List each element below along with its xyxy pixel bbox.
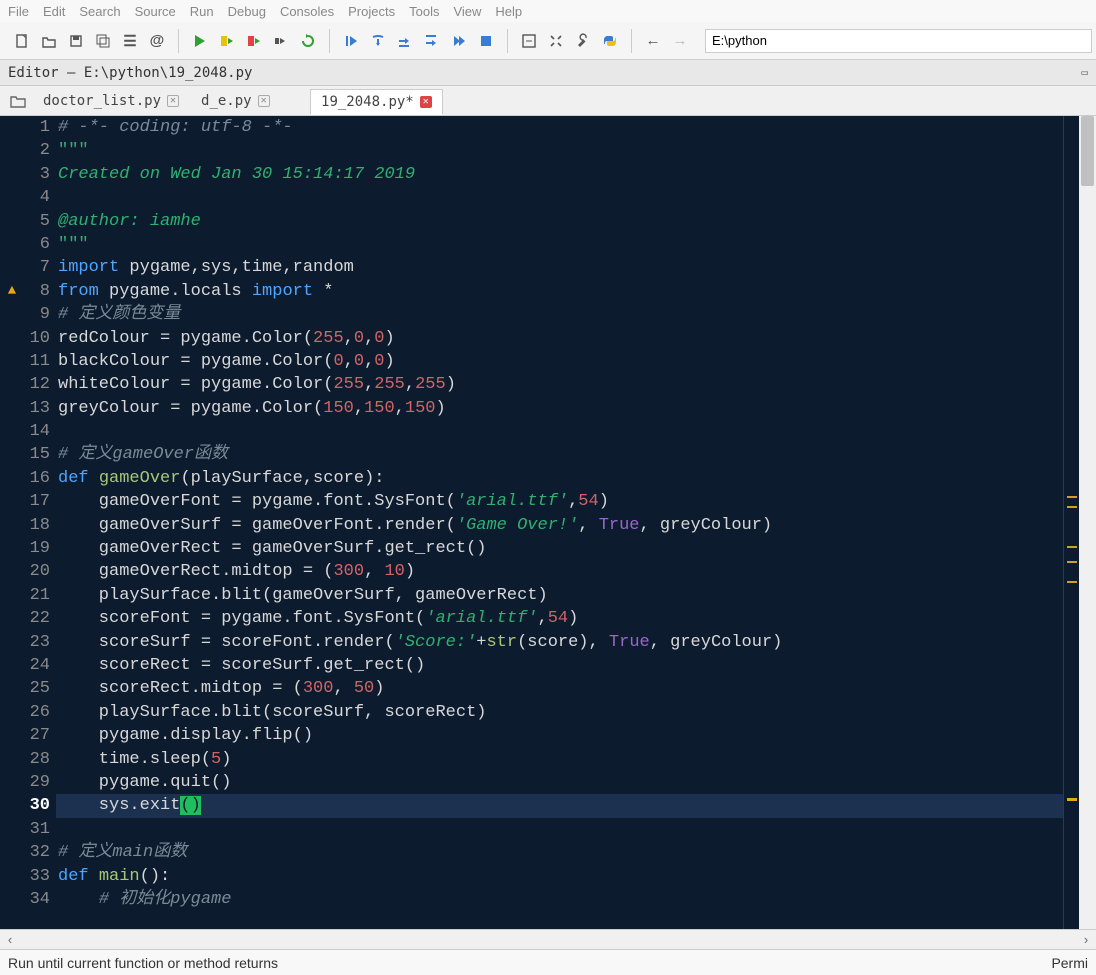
menu-search[interactable]: Search — [79, 4, 120, 19]
scroll-right-icon[interactable]: › — [1078, 932, 1094, 947]
debug-step-icon[interactable] — [269, 29, 293, 53]
run-icon[interactable] — [188, 29, 212, 53]
menu-file[interactable]: File — [8, 4, 29, 19]
at-icon[interactable]: @ — [145, 29, 169, 53]
code-editor[interactable]: ▲ 12345678910111213141516171819202122232… — [0, 116, 1096, 929]
close-icon[interactable]: ✕ — [167, 95, 179, 107]
status-right-text: Permi — [1051, 955, 1088, 971]
editor-pane-title: Editor — E:\python\19_2048.py ▭ — [0, 60, 1096, 86]
tab-label: doctor_list.py — [43, 93, 161, 109]
status-bar: Run until current function or method ret… — [0, 949, 1096, 975]
list-icon[interactable]: ☰ — [118, 29, 142, 53]
menu-view[interactable]: View — [453, 4, 481, 19]
menu-edit[interactable]: Edit — [43, 4, 65, 19]
debug-step-into-icon[interactable] — [366, 29, 390, 53]
fullscreen-icon[interactable] — [544, 29, 568, 53]
horizontal-scrollbar[interactable]: ‹ › — [0, 929, 1096, 949]
tab-label: 19_2048.py* — [321, 94, 414, 110]
forward-icon[interactable]: → — [668, 29, 692, 53]
menu-source[interactable]: Source — [135, 4, 176, 19]
open-folder-icon[interactable] — [37, 29, 61, 53]
menu-help[interactable]: Help — [495, 4, 522, 19]
new-file-icon[interactable] — [10, 29, 34, 53]
vertical-scrollbar[interactable] — [1079, 116, 1096, 929]
save-icon[interactable] — [64, 29, 88, 53]
code-area[interactable]: # -*- coding: utf-8 -*-"""Created on Wed… — [56, 116, 1063, 929]
line-number-gutter: 1234567891011121314151617181920212223242… — [24, 116, 56, 929]
debug-step-out-icon[interactable] — [420, 29, 444, 53]
tab-label: d_e.py — [201, 93, 252, 109]
debug-next-icon[interactable] — [447, 29, 471, 53]
restart-icon[interactable] — [296, 29, 320, 53]
pane-options-icon[interactable]: ▭ — [1081, 66, 1088, 79]
save-all-icon[interactable] — [91, 29, 115, 53]
menu-consoles[interactable]: Consoles — [280, 4, 334, 19]
close-icon[interactable]: ✕ — [258, 95, 270, 107]
editor-title-text: Editor — E:\python\19_2048.py — [8, 65, 252, 81]
debug-continue-icon[interactable] — [339, 29, 363, 53]
tab-doctor-list[interactable]: doctor_list.py ✕ — [32, 88, 190, 114]
menu-projects[interactable]: Projects — [348, 4, 395, 19]
maximize-icon[interactable] — [517, 29, 541, 53]
python-icon[interactable] — [598, 29, 622, 53]
file-browser-icon[interactable] — [4, 89, 32, 113]
tab-d-e[interactable]: d_e.py ✕ — [190, 88, 310, 114]
status-left-text: Run until current function or method ret… — [8, 955, 278, 971]
debug-step-over-icon[interactable] — [393, 29, 417, 53]
menu-tools[interactable]: Tools — [409, 4, 439, 19]
scrollbar-thumb[interactable] — [1081, 116, 1094, 186]
debug-stop-icon[interactable] — [474, 29, 498, 53]
toolbar: ☰ @ ← → — [0, 22, 1096, 60]
tab-19-2048[interactable]: 19_2048.py* ✕ — [310, 89, 443, 115]
back-icon[interactable]: ← — [641, 29, 665, 53]
marker-column: ▲ — [0, 116, 24, 929]
wrench-icon[interactable] — [571, 29, 595, 53]
scroll-left-icon[interactable]: ‹ — [2, 932, 18, 947]
menu-debug[interactable]: Debug — [228, 4, 266, 19]
overview-ruler[interactable] — [1063, 116, 1079, 929]
run-cell-advance-icon[interactable] — [242, 29, 266, 53]
working-directory-input[interactable] — [705, 29, 1092, 53]
menubar: File Edit Search Source Run Debug Consol… — [0, 0, 1096, 22]
tab-bar: doctor_list.py ✕ d_e.py ✕ 19_2048.py* ✕ — [0, 86, 1096, 116]
run-cell-icon[interactable] — [215, 29, 239, 53]
menu-run[interactable]: Run — [190, 4, 214, 19]
close-icon[interactable]: ✕ — [420, 96, 432, 108]
